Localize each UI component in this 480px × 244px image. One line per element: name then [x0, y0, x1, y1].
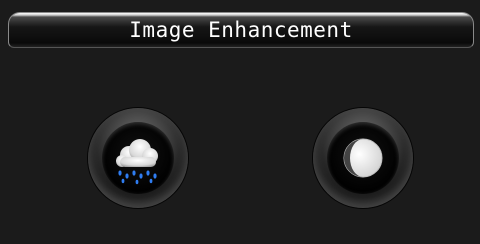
image-enhancement-screen: Image Enhancement	[0, 0, 480, 244]
page-title: Image Enhancement	[129, 18, 353, 42]
contrast-icon	[343, 138, 383, 178]
rain-cloud-icon	[116, 139, 158, 185]
contrast-enhancement-button[interactable]	[313, 108, 413, 208]
weather-button-face	[102, 122, 174, 194]
weather-enhancement-button[interactable]	[88, 108, 188, 208]
contrast-button-face	[327, 122, 399, 194]
title-bar: Image Enhancement	[8, 12, 474, 48]
